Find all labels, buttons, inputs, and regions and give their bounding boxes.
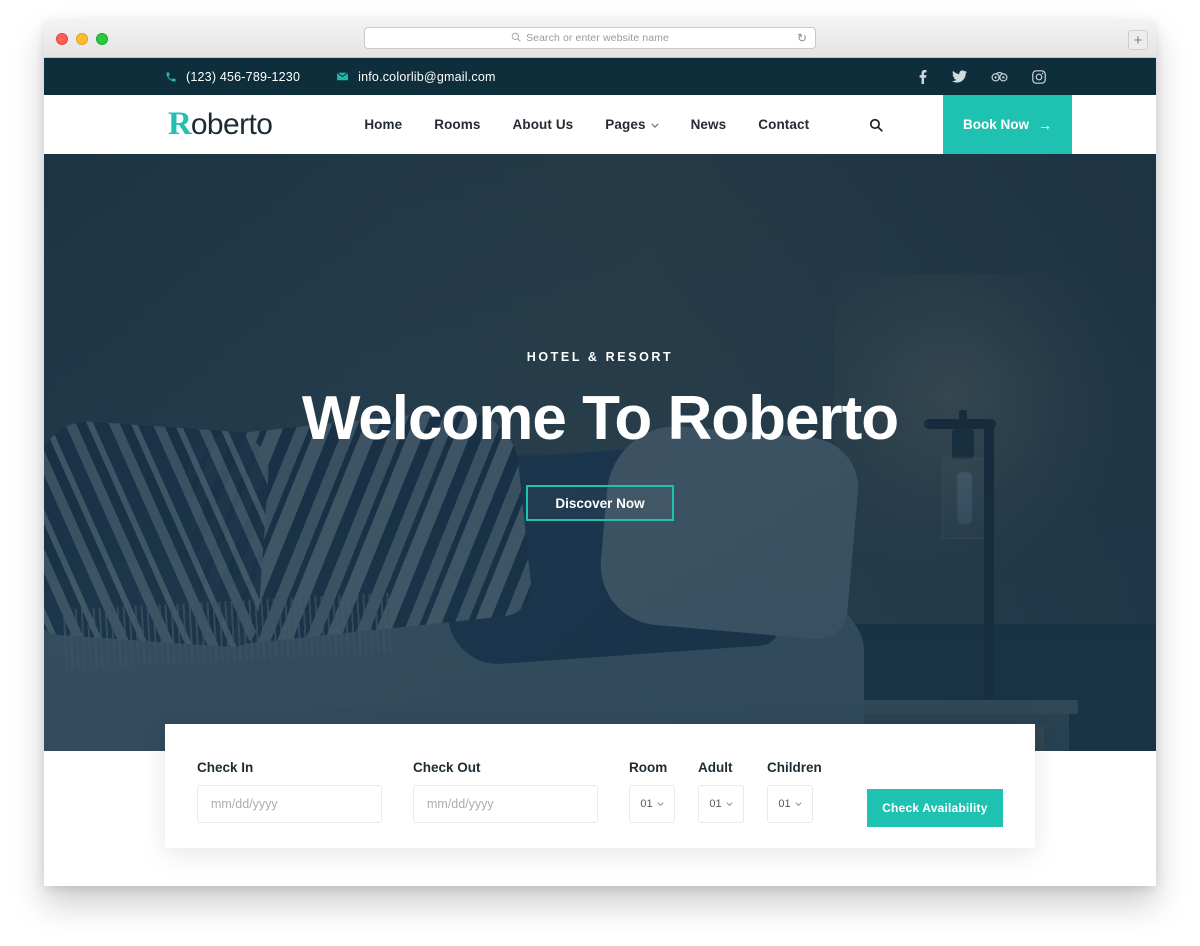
adult-field-group: Adult 01 [698, 760, 744, 823]
tripadvisor-icon[interactable] [991, 71, 1008, 83]
nav-item-rooms[interactable]: Rooms [434, 117, 480, 132]
arrow-right-icon: → [1038, 116, 1052, 133]
email-contact[interactable]: info.colorlib@gmail.com [336, 70, 495, 84]
browser-chrome-bar: Search or enter website name ↻ + [44, 20, 1156, 58]
nav-item-label: Home [364, 117, 403, 132]
envelope-icon [336, 70, 349, 83]
phone-icon [165, 71, 177, 83]
checkout-input[interactable]: mm/dd/yyyy [413, 785, 598, 823]
checkin-field-group: Check In mm/dd/yyyy [197, 760, 382, 823]
facebook-icon[interactable] [918, 69, 928, 84]
reload-icon[interactable]: ↻ [797, 32, 807, 44]
children-value: 01 [778, 798, 791, 810]
nav-item-home[interactable]: Home [364, 117, 402, 132]
search-icon [511, 32, 521, 45]
booking-form: Check In mm/dd/yyyy Check Out mm/dd/yyyy… [165, 724, 1035, 848]
close-window-button[interactable] [56, 32, 68, 45]
chevron-down-icon [795, 801, 802, 808]
nav-item-contact[interactable]: Contact [758, 117, 809, 132]
address-bar-text: Search or enter website name [526, 32, 669, 44]
new-tab-button[interactable]: + [1128, 30, 1148, 50]
nav-item-news[interactable]: News [691, 117, 727, 132]
room-value: 01 [640, 798, 653, 810]
nav-item-label: Contact [758, 117, 810, 132]
children-select[interactable]: 01 [767, 785, 813, 823]
logo-text: oberto [190, 108, 273, 141]
nav-item-about-us[interactable]: About Us [513, 117, 574, 132]
maximize-window-button[interactable] [96, 32, 108, 45]
hero-title: Welcome To Roberto [301, 384, 899, 453]
search-icon[interactable] [869, 118, 883, 132]
window-traffic-lights [44, 32, 108, 45]
twitter-icon[interactable] [952, 70, 967, 83]
children-field-group: Children 01 [767, 760, 822, 823]
nav-item-label: Rooms [434, 117, 481, 132]
checkin-placeholder: mm/dd/yyyy [211, 797, 278, 811]
checkout-placeholder: mm/dd/yyyy [427, 797, 494, 811]
new-tab-label: + [1133, 31, 1143, 49]
nav-item-label: News [690, 117, 727, 132]
top-utility-bar: (123) 456-789-1230 info.colorlib@gmail.c… [44, 58, 1156, 95]
logo-initial: R [168, 106, 192, 142]
phone-number: (123) 456-789-1230 [186, 69, 301, 84]
address-bar[interactable]: Search or enter website name ↻ [364, 27, 816, 49]
checkin-label: Check In [197, 760, 254, 775]
adult-select[interactable]: 01 [698, 785, 744, 823]
checkin-input[interactable]: mm/dd/yyyy [197, 785, 382, 823]
room-select[interactable]: 01 [629, 785, 675, 823]
phone-contact[interactable]: (123) 456-789-1230 [165, 70, 300, 84]
hero-section: HOTEL & RESORT Welcome To Roberto Discov… [44, 154, 1156, 751]
hero-content: HOTEL & RESORT Welcome To Roberto Discov… [44, 350, 1156, 522]
check-availability-button[interactable]: Check Availability [866, 789, 1003, 827]
chevron-down-icon [650, 121, 659, 130]
discover-now-button[interactable]: Discover Now [526, 485, 674, 522]
nav-item-label: Pages [605, 117, 646, 132]
checkout-label: Check Out [413, 760, 481, 775]
nav-menu: Home Rooms About Us Pages News Contact [364, 117, 883, 132]
room-label: Room [629, 760, 668, 775]
adult-label: Adult [698, 760, 733, 775]
children-label: Children [767, 760, 822, 775]
email-address: info.colorlib@gmail.com [358, 69, 496, 84]
chevron-down-icon [657, 801, 664, 808]
room-field-group: Room 01 [629, 760, 675, 823]
check-availability-label: Check Availability [882, 801, 988, 815]
site-logo[interactable]: R oberto [168, 106, 273, 143]
contact-info-group: (123) 456-789-1230 info.colorlib@gmail.c… [165, 70, 496, 84]
checkout-field-group: Check Out mm/dd/yyyy [413, 760, 598, 823]
discover-now-label: Discover Now [555, 495, 645, 511]
chevron-down-icon [726, 801, 733, 808]
social-links-group [918, 69, 1046, 84]
nav-item-pages[interactable]: Pages [605, 117, 659, 132]
website-viewport: (123) 456-789-1230 info.colorlib@gmail.c… [44, 58, 1156, 886]
adult-value: 01 [709, 798, 722, 810]
instagram-icon[interactable] [1032, 69, 1046, 84]
book-now-button[interactable]: Book Now → [943, 95, 1072, 154]
main-navbar: R oberto Home Rooms About Us Pages News … [44, 95, 1156, 154]
book-now-label: Book Now [963, 117, 1029, 132]
browser-window: Search or enter website name ↻ + (123) 4… [44, 20, 1156, 886]
minimize-window-button[interactable] [76, 32, 88, 45]
nav-item-label: About Us [512, 117, 574, 132]
hero-subtitle: HOTEL & RESORT [526, 350, 674, 364]
